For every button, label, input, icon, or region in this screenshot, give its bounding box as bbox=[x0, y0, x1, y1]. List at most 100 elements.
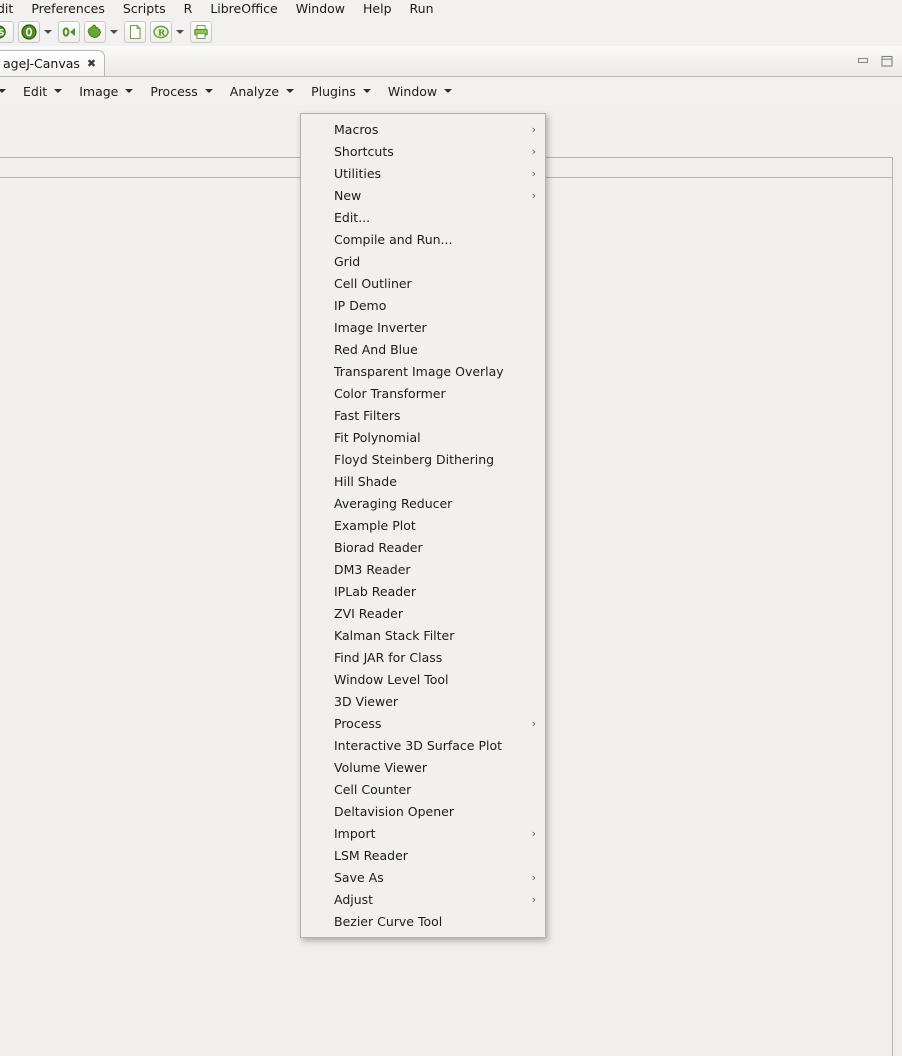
app-menu-libreoffice[interactable]: LibreOffice bbox=[201, 0, 286, 17]
menu-item-bezier-curve-tool[interactable]: Bezier Curve Tool bbox=[301, 910, 545, 932]
zero-circle-icon bbox=[21, 23, 37, 40]
menu-item-shortcuts[interactable]: Shortcuts › bbox=[301, 140, 545, 162]
menu-item-find-jar-for-class[interactable]: Find JAR for Class bbox=[301, 646, 545, 668]
app-menu-dit[interactable]: dit bbox=[0, 0, 22, 17]
chevron-down-icon bbox=[0, 89, 6, 93]
menu-item-label: ZVI Reader bbox=[334, 605, 404, 621]
menu-item-red-and-blue[interactable]: Red And Blue bbox=[301, 338, 545, 360]
window-controls bbox=[856, 54, 894, 68]
menu-item-import[interactable]: Import › bbox=[301, 822, 545, 844]
ij-menu-plugins[interactable]: Plugins bbox=[301, 77, 378, 105]
menu-item-process[interactable]: Process › bbox=[301, 712, 545, 734]
menu-item-save-as[interactable]: Save As › bbox=[301, 866, 545, 888]
menu-item-window-level-tool[interactable]: Window Level Tool bbox=[301, 668, 545, 690]
app-menu-r[interactable]: R bbox=[175, 0, 202, 17]
ij-menu-edit[interactable]: Edit bbox=[13, 77, 69, 105]
zero-circle-button[interactable] bbox=[18, 20, 40, 43]
menu-item-interactive-3d-surface-plot[interactable]: Interactive 3D Surface Plot bbox=[301, 734, 545, 756]
app-menu-preferences[interactable]: Preferences bbox=[22, 0, 114, 17]
menu-item-label: New bbox=[334, 187, 362, 203]
green-partial-icon: S bbox=[0, 24, 6, 39]
menu-item-cell-outliner[interactable]: Cell Outliner bbox=[301, 272, 545, 294]
menu-item-adjust[interactable]: Adjust › bbox=[301, 888, 545, 910]
menu-item-label: Volume Viewer bbox=[334, 759, 427, 775]
zero-run-icon bbox=[62, 26, 75, 37]
printer-icon bbox=[194, 24, 208, 39]
menu-item-label: Import bbox=[334, 825, 376, 841]
app-menu-help[interactable]: Help bbox=[354, 0, 401, 17]
chevron-down-icon bbox=[286, 89, 295, 93]
app-menu-run[interactable]: Run bbox=[401, 0, 443, 17]
close-icon[interactable]: ✖ bbox=[87, 58, 96, 69]
r-circle-icon: R bbox=[153, 25, 169, 38]
menu-item-lsm-reader[interactable]: LSM Reader bbox=[301, 844, 545, 866]
ij-menu-label: Edit bbox=[23, 83, 48, 99]
menu-item-zvi-reader[interactable]: ZVI Reader bbox=[301, 602, 545, 624]
r-console-button[interactable]: R bbox=[150, 20, 172, 43]
menu-item-example-plot[interactable]: Example Plot bbox=[301, 514, 545, 536]
ij-menu-label: Image bbox=[79, 83, 119, 99]
menu-item-label: Cell Counter bbox=[334, 781, 412, 797]
menu-item-floyd-steinberg-dithering[interactable]: Floyd Steinberg Dithering bbox=[301, 448, 545, 470]
menu-item-iplab-reader[interactable]: IPLab Reader bbox=[301, 580, 545, 602]
menu-item-transparent-image-overlay[interactable]: Transparent Image Overlay bbox=[301, 360, 545, 382]
menu-item-ip-demo[interactable]: IP Demo bbox=[301, 294, 545, 316]
chevron-down-icon bbox=[204, 89, 213, 93]
r-console-dropdown[interactable] bbox=[173, 21, 186, 43]
menu-item-compile-and-run[interactable]: Compile and Run... bbox=[301, 228, 545, 250]
menu-item-image-inverter[interactable]: Image Inverter bbox=[301, 316, 545, 338]
menu-item-hill-shade[interactable]: Hill Shade bbox=[301, 470, 545, 492]
menu-item-utilities[interactable]: Utilities › bbox=[301, 162, 545, 184]
menu-item-edit[interactable]: Edit... bbox=[301, 206, 545, 228]
menu-item-fast-filters[interactable]: Fast Filters bbox=[301, 404, 545, 426]
menu-item-label: Process bbox=[334, 715, 382, 731]
ij-menu-label: Plugins bbox=[311, 83, 356, 99]
menu-item-label: Macros bbox=[334, 121, 379, 137]
ij-menu-analyze[interactable]: Analyze bbox=[220, 77, 301, 105]
chevron-down-icon bbox=[125, 89, 134, 93]
menu-item-label: Kalman Stack Filter bbox=[334, 627, 455, 643]
app-menu-window[interactable]: Window bbox=[287, 0, 354, 17]
menu-item-volume-viewer[interactable]: Volume Viewer bbox=[301, 756, 545, 778]
menu-item-label: Transparent Image Overlay bbox=[334, 363, 504, 379]
app-menu-scripts[interactable]: Scripts bbox=[114, 0, 175, 17]
menu-item-dm3-reader[interactable]: DM3 Reader bbox=[301, 558, 545, 580]
ij-menu-truncated[interactable] bbox=[0, 77, 13, 105]
plugins-dropdown-menu: Macros › Shortcuts › Utilities › New › Edit... Co… bbox=[300, 113, 546, 938]
menu-item-label: Image Inverter bbox=[334, 319, 427, 335]
menu-item-new[interactable]: New › bbox=[301, 184, 545, 206]
menu-item-label: IP Demo bbox=[334, 297, 387, 313]
ij-menu-window[interactable]: Window bbox=[378, 77, 459, 105]
menu-item-cell-counter[interactable]: Cell Counter bbox=[301, 778, 545, 800]
tab-strip: ageJ-Canvas ✖ bbox=[0, 46, 902, 77]
menu-item-color-transformer[interactable]: Color Transformer bbox=[301, 382, 545, 404]
chevron-right-icon: › bbox=[531, 826, 536, 840]
menu-item-biorad-reader[interactable]: Biorad Reader bbox=[301, 536, 545, 558]
menu-item-macros[interactable]: Macros › bbox=[301, 118, 545, 140]
ij-menu-label: Window bbox=[387, 83, 438, 99]
menu-item-label: Example Plot bbox=[334, 517, 416, 533]
zero-circle-dropdown[interactable] bbox=[41, 21, 54, 43]
rserve-button[interactable] bbox=[84, 20, 106, 43]
minimize-icon[interactable] bbox=[856, 54, 870, 68]
maximize-icon[interactable] bbox=[880, 54, 894, 68]
menu-item-fit-polynomial[interactable]: Fit Polynomial bbox=[301, 426, 545, 448]
ij-menu-label: Analyze bbox=[229, 83, 280, 99]
ij-menu-image[interactable]: Image bbox=[69, 77, 140, 105]
menu-item-averaging-reducer[interactable]: Averaging Reducer bbox=[301, 492, 545, 514]
menu-item-grid[interactable]: Grid bbox=[301, 250, 545, 272]
partial-button[interactable]: S bbox=[0, 20, 14, 43]
svg-text:R: R bbox=[158, 28, 166, 38]
ij-menu-process[interactable]: Process bbox=[140, 77, 219, 105]
menu-item-label: Grid bbox=[334, 253, 361, 269]
menu-item-label: Color Transformer bbox=[334, 385, 446, 401]
chevron-right-icon: › bbox=[531, 188, 536, 202]
new-document-button[interactable] bbox=[124, 20, 146, 43]
menu-item-3d-viewer[interactable]: 3D Viewer bbox=[301, 690, 545, 712]
print-button[interactable] bbox=[190, 20, 212, 43]
rserve-dropdown[interactable] bbox=[107, 21, 120, 43]
zero-run-button[interactable] bbox=[58, 20, 80, 43]
tab-imagej-canvas[interactable]: ageJ-Canvas ✖ bbox=[0, 50, 106, 76]
menu-item-deltavision-opener[interactable]: Deltavision Opener bbox=[301, 800, 545, 822]
menu-item-kalman-stack-filter[interactable]: Kalman Stack Filter bbox=[301, 624, 545, 646]
